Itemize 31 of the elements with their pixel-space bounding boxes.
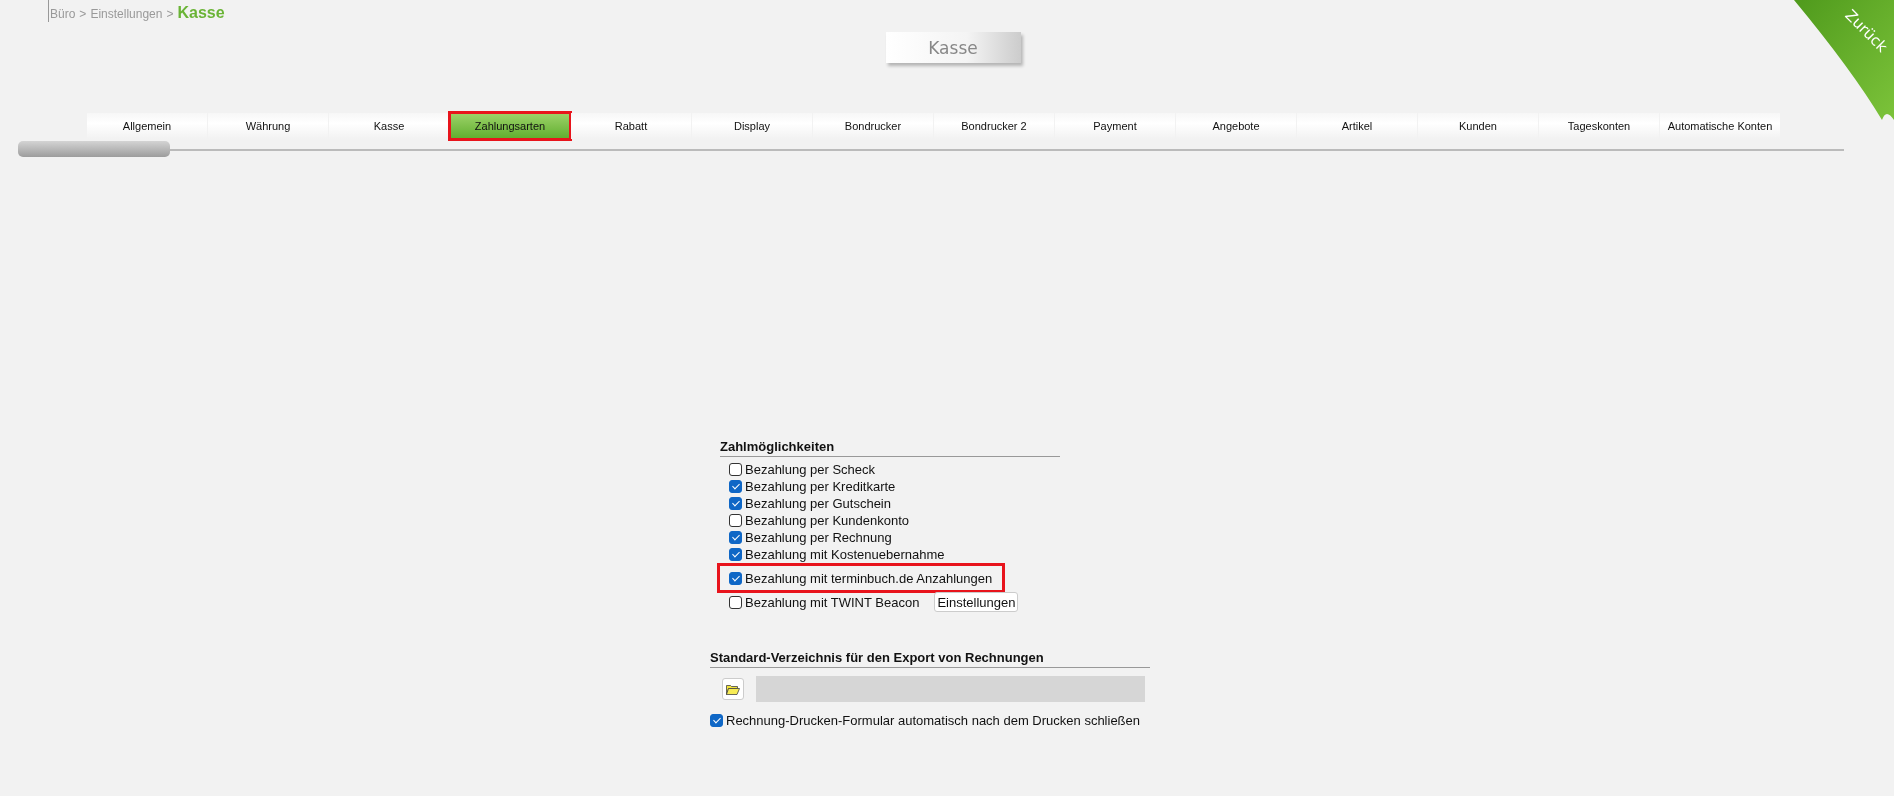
option-label: Rechnung-Drucken-Formular automatisch nach dem Drucken schließen <box>726 712 1140 728</box>
folder-button[interactable] <box>722 678 744 700</box>
checkbox[interactable] <box>729 462 742 476</box>
section-title: Zahlmöglichkeiten <box>720 439 1060 457</box>
checkbox[interactable] <box>729 547 742 561</box>
option-label: Bezahlung per Gutschein <box>745 495 891 511</box>
tab[interactable]: Zahlungsarten <box>450 113 570 139</box>
checkbox[interactable] <box>729 571 742 585</box>
tab[interactable]: Kasse <box>329 113 449 139</box>
option-label: Bezahlung mit TWINT Beacon <box>745 594 920 610</box>
breadcrumb-separator: > <box>166 7 174 21</box>
folder-icon <box>726 683 740 695</box>
option-label: Bezahlung per Kundenkonto <box>745 512 910 528</box>
checkbox[interactable] <box>710 713 723 727</box>
option-label: Bezahlung per Rechnung <box>745 529 892 545</box>
page-title: Kasse <box>885 32 1021 63</box>
path-field[interactable] <box>756 676 1145 702</box>
scrollbar-thumb[interactable] <box>18 141 170 157</box>
breadcrumb-current: Kasse <box>177 4 225 22</box>
checkbox[interactable] <box>729 595 742 609</box>
option-label: Bezahlung per Scheck <box>745 461 876 477</box>
breadcrumb-separator: > <box>79 7 87 21</box>
checkbox[interactable] <box>729 513 742 527</box>
settings-button[interactable]: Einstellungen <box>934 592 1019 612</box>
checkbox[interactable] <box>729 496 742 510</box>
option-label: Bezahlung mit Kostenuebernahme <box>745 546 945 562</box>
option-label: Bezahlung mit terminbuch.de Anzahlungen <box>745 570 993 586</box>
option-label: Bezahlung per Kreditkarte <box>745 478 896 494</box>
section-title: Standard-Verzeichnis für den Export von Rechnungen <box>710 650 1150 668</box>
checkbox[interactable] <box>729 479 742 493</box>
checkbox[interactable] <box>729 530 742 544</box>
